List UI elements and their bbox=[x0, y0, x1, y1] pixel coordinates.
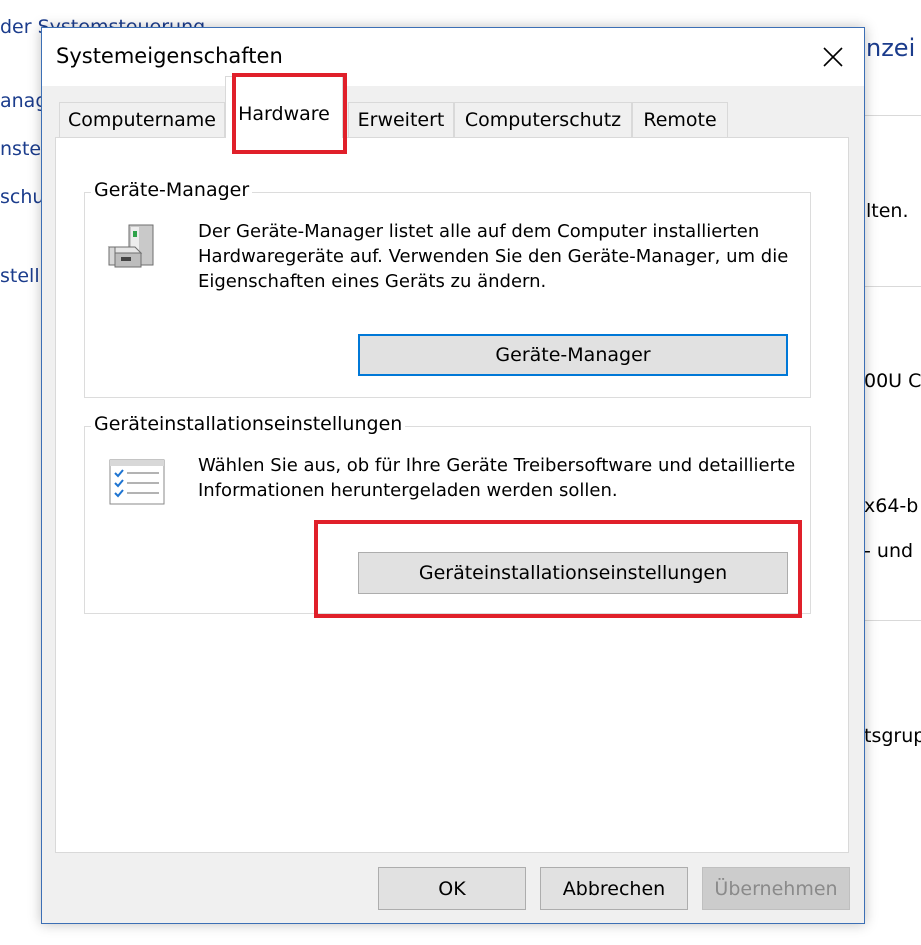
device-installation-settings-button[interactable]: Geräteinstallationseinstellungen bbox=[358, 552, 788, 594]
tab-hardware[interactable]: Hardware bbox=[225, 76, 343, 138]
device-manager-icon bbox=[107, 224, 154, 268]
apply-button: Übernehmen bbox=[702, 867, 850, 910]
bg-divider bbox=[864, 620, 921, 621]
tab-computerschutz[interactable]: Computerschutz bbox=[454, 102, 632, 137]
group-legend: Geräteinstallationseinstellungen bbox=[91, 413, 406, 435]
close-button[interactable] bbox=[810, 34, 856, 80]
tab-erweitert[interactable]: Erweitert bbox=[348, 102, 454, 137]
bg-text-line[interactable]: stell bbox=[0, 265, 40, 287]
device-manager-button[interactable]: Geräte-Manager bbox=[358, 334, 788, 376]
device-manager-group: Geräte-Manager Der Geräte-Manager listet… bbox=[84, 179, 811, 398]
system-properties-dialog: Systemeigenschaften Computername Hardwar… bbox=[41, 27, 865, 924]
device-manager-description: Der Geräte-Manager listet alle auf dem C… bbox=[198, 221, 789, 292]
bg-divider bbox=[864, 115, 921, 116]
device-installation-group: Geräteinstallationseinstellungen Wählen … bbox=[84, 413, 811, 614]
device-installation-description: Wählen Sie aus, ob für Ihre Geräte Treib… bbox=[198, 455, 796, 501]
bg-text-line: - und bbox=[864, 540, 914, 562]
bg-text-line[interactable]: nstel bbox=[0, 138, 46, 160]
bg-divider bbox=[864, 286, 921, 287]
bg-text-line[interactable]: schu bbox=[0, 186, 44, 208]
hardware-tab-panel: Geräte-Manager Der Geräte-Manager listet… bbox=[55, 137, 849, 853]
tab-remote[interactable]: Remote bbox=[632, 102, 728, 137]
dialog-titlebar[interactable]: Systemeigenschaften bbox=[42, 28, 864, 86]
tab-computername[interactable]: Computername bbox=[59, 102, 225, 137]
bg-text-line: tsgrup bbox=[864, 725, 921, 747]
bg-text-line: 00U C bbox=[864, 370, 921, 392]
bg-text-line: lten. bbox=[866, 200, 909, 222]
close-icon bbox=[823, 47, 843, 67]
bg-page-title: nzei bbox=[866, 34, 916, 62]
dialog-title: Systemeigenschaften bbox=[56, 44, 283, 68]
bg-text-line: x64-b bbox=[864, 495, 919, 517]
checklist-icon bbox=[109, 459, 165, 505]
ok-button[interactable]: OK bbox=[378, 867, 526, 910]
cancel-button[interactable]: Abbrechen bbox=[540, 867, 688, 910]
group-legend: Geräte-Manager bbox=[91, 179, 253, 201]
